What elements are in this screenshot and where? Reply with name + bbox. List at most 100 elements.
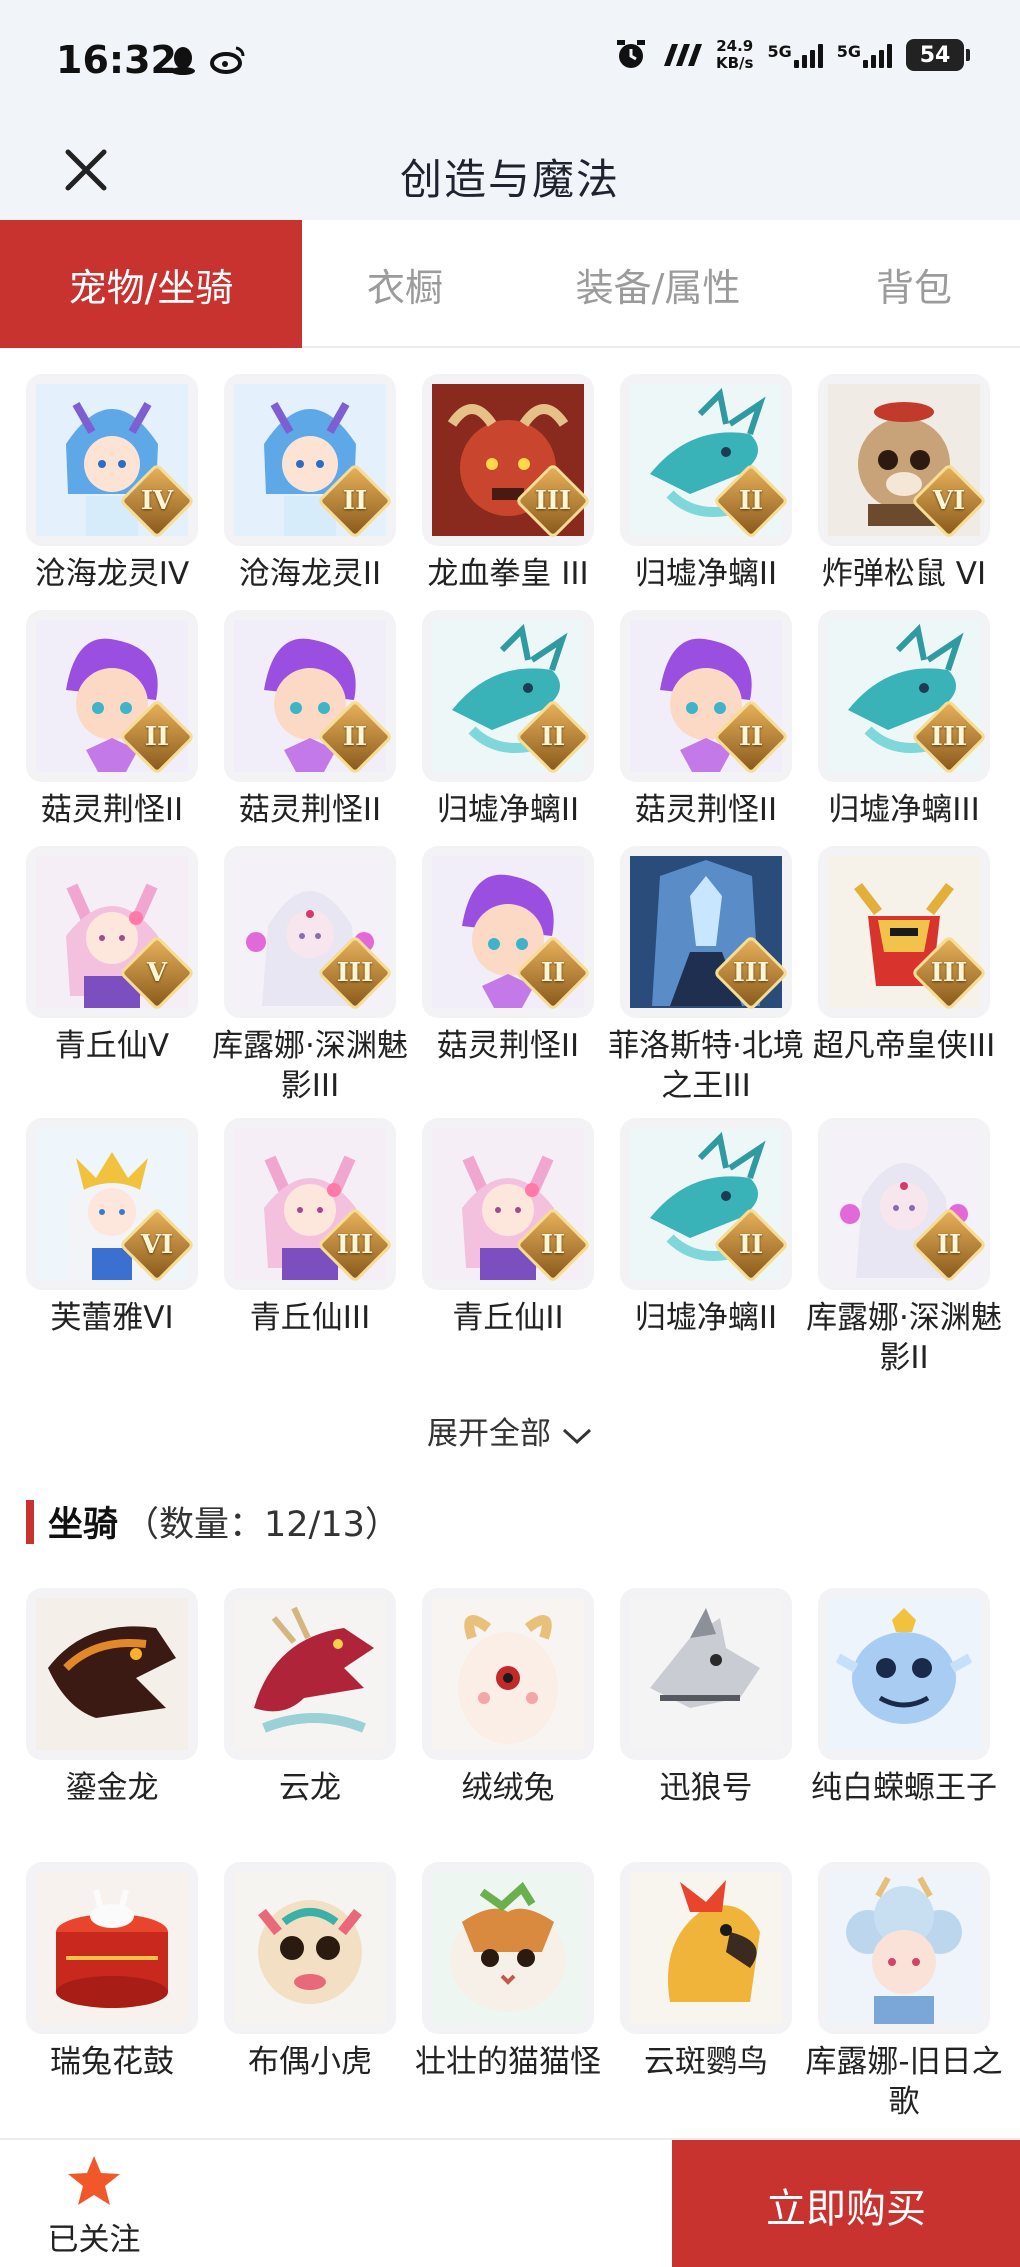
pet-card[interactable]: IV 沧海龙灵IV [26, 374, 198, 610]
level-badge-text: II [540, 722, 566, 752]
pet-thumbnail: III [818, 610, 990, 782]
mount-thumbnail [26, 1588, 198, 1760]
pet-thumbnail: III [224, 846, 396, 1018]
tab-wardrobe[interactable]: 衣橱 [302, 220, 508, 348]
pet-thumbnail: III [818, 846, 990, 1018]
signal-bars-icon [793, 42, 823, 68]
tab-pets-mounts[interactable]: 宠物/坐骑 [0, 220, 302, 348]
mount-card[interactable]: 瑞兔花鼓 [26, 1862, 198, 2136]
level-badge-text: II [342, 722, 368, 752]
mount-card[interactable]: 库露娜-旧日之歌 [805, 1862, 1003, 2136]
tab-bag[interactable]: 背包 [808, 220, 1020, 348]
pet-card[interactable]: II 沧海龙灵II [224, 374, 396, 610]
pet-name: 沧海龙灵IV [34, 556, 190, 592]
pet-thumbnail: II [224, 374, 396, 546]
pet-card[interactable]: III 超凡帝皇侠III [813, 846, 995, 1118]
pet-name: 炸弹松鼠 VI [821, 556, 987, 592]
pet-thumbnail: II [422, 1118, 594, 1290]
pet-card[interactable]: V 青丘仙V [26, 846, 198, 1118]
level-badge-text: II [342, 486, 368, 516]
pet-card[interactable]: III 菲洛斯特·北境之王III [608, 846, 804, 1118]
pet-thumbnail: II [620, 610, 792, 782]
curly-girl-icon [828, 1872, 980, 2024]
pet-thumbnail: III [422, 374, 594, 546]
level-badge-text: II [738, 486, 764, 516]
level-badge-text: III [336, 1230, 374, 1260]
rabbit-drum-icon [36, 1872, 188, 2024]
pet-card[interactable]: III 库露娜·深渊魅影III [212, 846, 408, 1118]
pet-card[interactable]: II 菇灵荆怪II [620, 610, 792, 846]
tab-bar: 宠物/坐骑 衣橱 装备/属性 背包 [0, 220, 1020, 348]
pet-thumbnail: II [422, 846, 594, 1018]
pet-thumbnail: III [224, 1118, 396, 1290]
pet-card[interactable]: II 归墟净螭II [620, 374, 792, 610]
level-badge-text: II [738, 1230, 764, 1260]
mount-thumbnail [818, 1588, 990, 1760]
pet-name: 芙蕾雅VI [50, 1300, 174, 1336]
pet-name: 归墟净螭III [828, 792, 980, 828]
pet-thumbnail: II [818, 1118, 990, 1290]
pet-name: 青丘仙V [54, 1028, 170, 1064]
mount-thumbnail [26, 1862, 198, 2034]
pet-name: 菇灵荆怪II [238, 792, 382, 828]
pet-thumbnail: V [26, 846, 198, 1018]
header: 创造与魔法 [0, 120, 1020, 220]
level-badge-text: II [540, 1230, 566, 1260]
chubby-cat-icon [432, 1872, 584, 2024]
level-badge-text: III [534, 486, 572, 516]
level-badge-text: IV [140, 486, 174, 516]
mech-wolf-icon [630, 1598, 782, 1750]
white-salamander-icon [828, 1598, 980, 1750]
pet-card[interactable]: VI 炸弹松鼠 VI [818, 374, 990, 610]
pet-card[interactable]: III 归墟净螭III [818, 610, 990, 846]
pet-card[interactable]: II 归墟净螭II [620, 1118, 792, 1390]
signal-1-label: 5G [767, 42, 792, 61]
pet-thumbnail: II [26, 610, 198, 782]
tab-equipment[interactable]: 装备/属性 [508, 220, 808, 348]
follow-button[interactable]: 已关注 [44, 2154, 144, 2259]
pet-card[interactable]: II 菇灵荆怪II [422, 846, 594, 1118]
level-badge-text: V [146, 958, 168, 988]
pet-name: 归墟净螭II [436, 792, 580, 828]
pet-card[interactable]: II 归墟净螭II [422, 610, 594, 846]
mount-card[interactable]: 纯白蝾螈王子 [811, 1588, 997, 1862]
mount-card[interactable]: 绒绒兔 [422, 1588, 594, 1862]
pet-name: 菲洛斯特·北境之王III [608, 1028, 804, 1104]
signal-bars-icon [863, 42, 892, 68]
star-icon [68, 2156, 120, 2205]
mount-name: 鎏金龙 [65, 1770, 159, 1806]
level-badge-text: II [540, 958, 566, 988]
mount-card[interactable]: 云龙 [224, 1588, 396, 1862]
mount-card[interactable]: 布偶小虎 [224, 1862, 396, 2136]
mounts-section-title: 坐骑 [48, 1505, 119, 1545]
mount-card[interactable]: 壮壮的猫猫怪 [415, 1862, 601, 2136]
buy-now-button[interactable]: 立即购买 [672, 2140, 1020, 2267]
level-badge-text: III [930, 722, 968, 752]
pet-name: 超凡帝皇侠III [812, 1028, 996, 1064]
follow-label: 已关注 [47, 2222, 141, 2258]
mount-card[interactable]: 云斑鹦鸟 [620, 1862, 792, 2136]
mount-thumbnail [818, 1862, 990, 2034]
parrot-icon [630, 1872, 782, 2024]
mounts-count: （数量：12/13） [124, 1505, 400, 1545]
status-bar: 16:32 24.9 KB/s 5G 5G 54 [0, 0, 1020, 120]
pet-name: 菇灵荆怪II [436, 1028, 580, 1064]
status-time: 16:32 [56, 38, 177, 82]
pet-card[interactable]: VI 芙蕾雅VI [26, 1118, 198, 1390]
pet-card[interactable]: II 菇灵荆怪II [224, 610, 396, 846]
cloud-dragon-icon [234, 1598, 386, 1750]
pet-card[interactable]: III 青丘仙III [224, 1118, 396, 1390]
pet-card[interactable]: II 菇灵荆怪II [26, 610, 198, 846]
pet-card[interactable]: II 青丘仙II [422, 1118, 594, 1390]
mount-name: 布偶小虎 [248, 2044, 372, 2080]
doll-tiger-icon [234, 1872, 386, 2024]
mount-card[interactable]: 迅狼号 [620, 1588, 792, 1862]
mount-card[interactable]: 鎏金龙 [26, 1588, 198, 1862]
pet-card[interactable]: III 龙血拳皇 III [422, 374, 594, 610]
level-badge-text: III [930, 958, 968, 988]
fluffy-rabbit-icon [432, 1598, 584, 1750]
expand-all-button[interactable]: 展开全部 [0, 1408, 1020, 1453]
pet-name: 库露娜·深渊魅影III [212, 1028, 408, 1104]
net-speed: 24.9 KB/s [716, 38, 753, 72]
pet-card[interactable]: II 库露娜·深渊魅影II [806, 1118, 1002, 1390]
